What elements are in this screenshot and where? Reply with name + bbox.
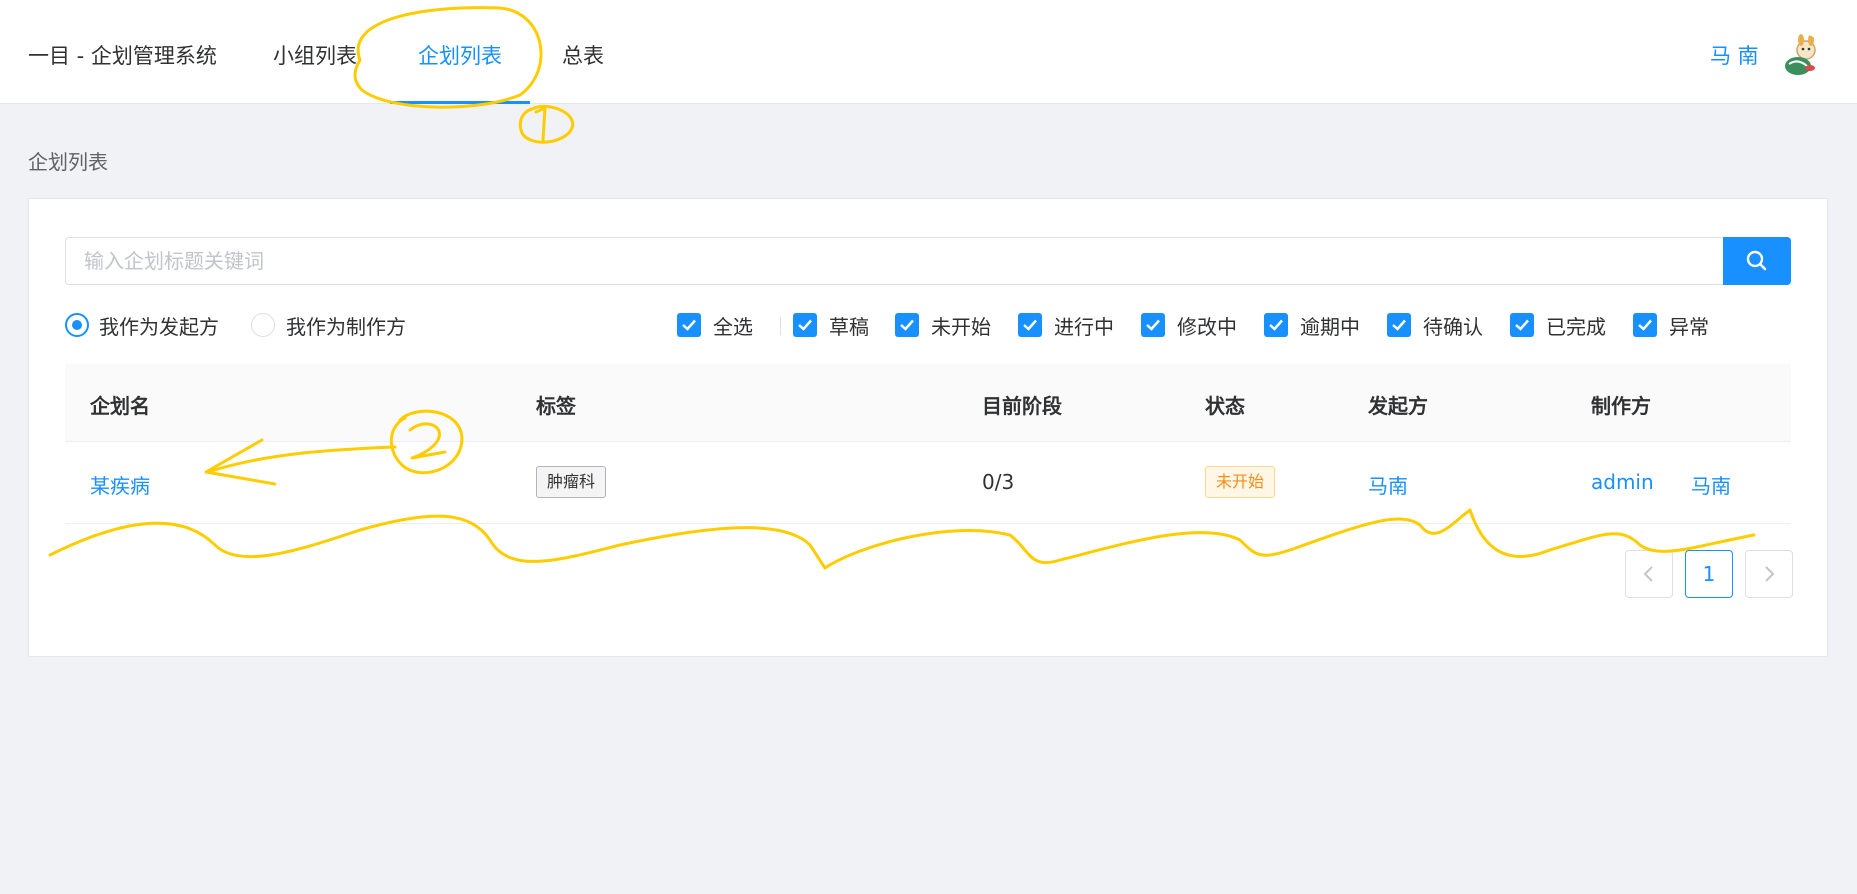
checkbox-not-started[interactable] (895, 313, 919, 337)
checkbox-in-progress[interactable] (1018, 313, 1042, 337)
page-button-1[interactable]: 1 (1685, 550, 1733, 598)
checkbox-overdue[interactable] (1264, 313, 1288, 337)
search-box (65, 237, 1791, 285)
checkbox-pending-confirm[interactable] (1387, 313, 1411, 337)
col-header-status: 状态 (1205, 394, 1245, 418)
producer-link-admin[interactable]: admin (1591, 470, 1654, 494)
app-title: 一目 - 企划管理系统 (28, 44, 217, 68)
checkbox-revising-label[interactable]: 修改中 (1177, 311, 1237, 340)
status-badge: 未开始 (1205, 466, 1276, 498)
search-button[interactable] (1723, 237, 1791, 285)
top-header: 一目 - 企划管理系统 小组列表 企划列表 总表 马 南 (0, 0, 1857, 104)
annotation-circle-1 (518, 104, 575, 144)
radio-as-initiator-label[interactable]: 我作为发起方 (99, 311, 219, 340)
tab-group-list[interactable]: 小组列表 (273, 40, 357, 70)
breadcrumb: 企划列表 (28, 150, 108, 174)
tag-badge: 肿瘤科 (536, 466, 607, 498)
table-header: 企划名 标签 目前阶段 状态 发起方 制作方 (65, 364, 1791, 442)
chevron-right-icon (1765, 566, 1775, 582)
check-icon (900, 319, 914, 331)
user-name[interactable]: 马 南 (1710, 40, 1759, 70)
checkbox-abnormal-label[interactable]: 异常 (1669, 311, 1709, 340)
initiator-link[interactable]: 马南 (1368, 470, 1408, 499)
checkbox-select-all[interactable] (677, 313, 701, 337)
check-icon (1515, 319, 1529, 331)
check-icon (682, 319, 696, 331)
col-header-tag: 标签 (536, 394, 576, 418)
check-icon (1023, 319, 1037, 331)
radio-as-producer[interactable] (251, 313, 275, 337)
check-icon (1638, 319, 1652, 331)
radio-as-initiator[interactable] (65, 313, 89, 337)
project-table: 企划名 标签 目前阶段 状态 发起方 制作方 某疾病 肿瘤科 0/3 未开始 马… (65, 364, 1791, 524)
checkbox-select-all-label[interactable]: 全选 (713, 311, 753, 340)
checkbox-completed[interactable] (1510, 313, 1534, 337)
check-icon (798, 319, 812, 331)
search-input[interactable] (66, 238, 1722, 284)
checkbox-draft[interactable] (793, 313, 817, 337)
checkbox-draft-label[interactable]: 草稿 (829, 311, 869, 340)
annotation-mark-1 (534, 106, 547, 142)
checkbox-in-progress-label[interactable]: 进行中 (1054, 311, 1114, 340)
col-header-producer: 制作方 (1591, 394, 1651, 418)
filter-row: 我作为发起方 我作为制作方 全选 草稿 未开始 进行中 修改中 逾期中 待确认 … (65, 309, 1795, 341)
project-list-card: 我作为发起方 我作为制作方 全选 草稿 未开始 进行中 修改中 逾期中 待确认 … (28, 198, 1828, 657)
prev-page-button[interactable] (1625, 550, 1673, 598)
checkbox-revising[interactable] (1141, 313, 1165, 337)
avatar[interactable] (1780, 34, 1824, 78)
col-header-name: 企划名 (90, 394, 150, 418)
checkbox-pending-confirm-label[interactable]: 待确认 (1423, 311, 1483, 340)
project-name-link[interactable]: 某疾病 (90, 470, 150, 499)
radio-as-producer-label[interactable]: 我作为制作方 (286, 311, 406, 340)
checkbox-not-started-label[interactable]: 未开始 (931, 311, 991, 340)
table-row: 某疾病 肿瘤科 0/3 未开始 马南 admin 马南 (65, 442, 1791, 524)
tab-summary[interactable]: 总表 (562, 40, 604, 70)
avatar-image (1780, 34, 1824, 78)
search-icon (1746, 250, 1767, 271)
active-tab-indicator (390, 101, 530, 104)
next-page-button[interactable] (1745, 550, 1793, 598)
checkbox-overdue-label[interactable]: 逾期中 (1300, 311, 1360, 340)
producer-link-manan[interactable]: 马南 (1691, 470, 1731, 499)
filter-divider (780, 317, 781, 335)
checkbox-abnormal[interactable] (1633, 313, 1657, 337)
chevron-left-icon (1643, 566, 1653, 582)
tab-project-list[interactable]: 企划列表 (418, 40, 502, 70)
stage-value: 0/3 (982, 470, 1015, 494)
col-header-stage: 目前阶段 (982, 394, 1062, 418)
check-icon (1269, 319, 1283, 331)
check-icon (1146, 319, 1160, 331)
check-icon (1392, 319, 1406, 331)
checkbox-completed-label[interactable]: 已完成 (1546, 311, 1606, 340)
col-header-initiator: 发起方 (1368, 394, 1428, 418)
